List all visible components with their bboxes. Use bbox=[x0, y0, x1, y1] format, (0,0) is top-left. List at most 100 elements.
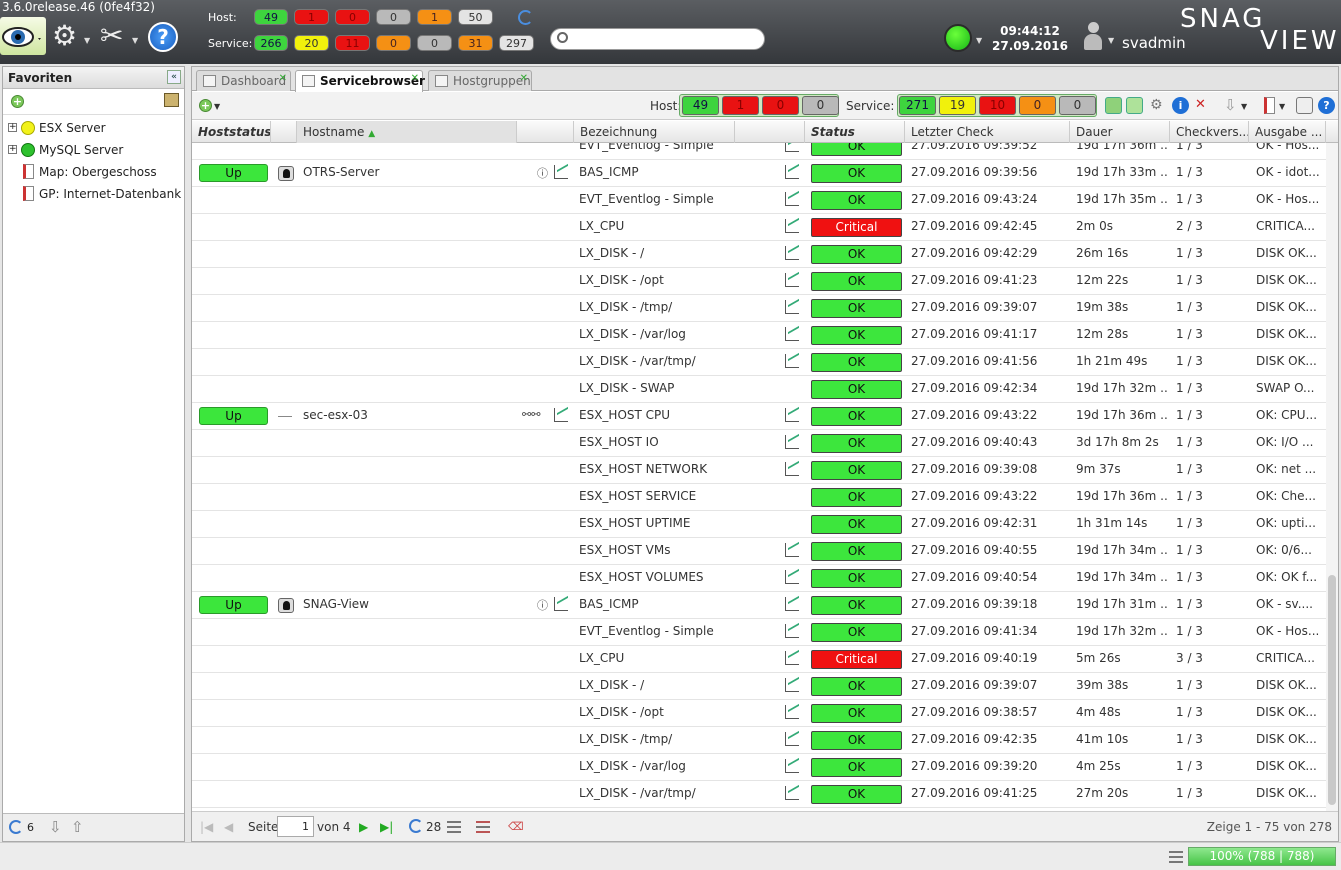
service-name-cell[interactable]: LX_DISK - /var/tmp/ bbox=[579, 349, 734, 376]
refresh-icon[interactable] bbox=[9, 820, 23, 834]
service-name-cell[interactable]: BAS_ICMP bbox=[579, 160, 734, 187]
service-name-cell[interactable]: ESX_HOST NETWORK bbox=[579, 457, 734, 484]
service-status-badge[interactable]: OK bbox=[811, 191, 902, 210]
service-status-badge[interactable]: Critical bbox=[811, 218, 902, 237]
user-icon[interactable] bbox=[1082, 22, 1104, 52]
queue-icon[interactable] bbox=[1169, 851, 1183, 863]
col-ausgabe[interactable]: Ausgabe ... bbox=[1249, 121, 1326, 143]
service-status-badge[interactable]: OK bbox=[811, 515, 902, 534]
host-status-badge[interactable]: Up bbox=[199, 164, 268, 182]
service-name-cell[interactable]: LX_DISK - SWAP bbox=[579, 376, 734, 403]
close-icon[interactable]: ✕ bbox=[279, 73, 287, 84]
host-status-badge[interactable]: Up bbox=[199, 596, 268, 614]
service-critical-badge[interactable]: 11 bbox=[335, 35, 370, 51]
chart-icon[interactable] bbox=[785, 246, 799, 260]
chart-icon[interactable] bbox=[554, 408, 568, 422]
col-dauer[interactable]: Dauer bbox=[1070, 121, 1170, 143]
service-name-cell[interactable]: EVT_Eventlog - Simple bbox=[579, 187, 734, 214]
table-row[interactable]: EVT_Eventlog - Simple OK 27.09.2016 09:39:… bbox=[192, 143, 1326, 160]
search-input[interactable] bbox=[575, 31, 760, 47]
prev-page-icon[interactable]: ◀ bbox=[224, 820, 233, 834]
chart-icon[interactable] bbox=[785, 435, 799, 449]
service-name-cell[interactable]: ESX_HOST CPU bbox=[579, 403, 734, 430]
first-page-icon[interactable]: |◀ bbox=[200, 820, 213, 834]
table-row[interactable]: LX_DISK - /var/log OK 27.09.2016 09:41:17 1… bbox=[192, 322, 1326, 349]
service-name-cell[interactable]: LX_DISK - /var/log bbox=[579, 754, 734, 781]
service-name-cell[interactable]: ESX_HOST UPTIME bbox=[579, 511, 734, 538]
archive-icon[interactable] bbox=[164, 93, 179, 107]
table-row[interactable]: ESX_HOST VMs OK 27.09.2016 09:40:55 19d 17h… bbox=[192, 538, 1326, 565]
service-name-cell[interactable]: LX_DISK - /var/log bbox=[579, 322, 734, 349]
arrow-down-icon[interactable]: ⇩ bbox=[49, 818, 62, 836]
chart-icon[interactable] bbox=[785, 678, 799, 692]
table-row[interactable]: LX_DISK - / OK 27.09.2016 09:42:29 26m 16s 1… bbox=[192, 241, 1326, 268]
service-status-badge[interactable]: OK bbox=[811, 245, 902, 264]
service-status-badge[interactable]: OK bbox=[811, 542, 902, 561]
chart-icon[interactable] bbox=[785, 570, 799, 584]
filter-host-pending[interactable]: 0 bbox=[802, 96, 839, 115]
add-icon[interactable]: + bbox=[199, 99, 212, 112]
table-row[interactable]: LX_CPU Critical 27.09.2016 09:40:19 5m 26s 3… bbox=[192, 646, 1326, 673]
arrow-up-icon[interactable]: ⇧ bbox=[71, 818, 84, 836]
favorite-item-map-obergeschoss[interactable]: Map: Obergeschoss bbox=[3, 161, 184, 183]
info-icon[interactable]: ⓘ bbox=[537, 597, 548, 613]
service-name-cell[interactable]: LX_DISK - / bbox=[579, 241, 734, 268]
host-status-badge[interactable]: Up bbox=[199, 407, 268, 425]
filter-service-warning[interactable]: 19 bbox=[939, 96, 976, 115]
service-status-badge[interactable]: OK bbox=[811, 623, 902, 642]
close-icon[interactable]: ✕ bbox=[411, 73, 419, 84]
service-status-badge[interactable]: OK bbox=[811, 569, 902, 588]
table-row[interactable]: EVT_Eventlog - Simple OK 27.09.2016 09:41:… bbox=[192, 619, 1326, 646]
scrollbar-thumb[interactable] bbox=[1328, 575, 1336, 805]
col-checkversuch[interactable]: Checkvers... bbox=[1170, 121, 1249, 143]
col-bezeichnung[interactable]: Bezeichnung bbox=[574, 121, 735, 143]
hostname-cell[interactable]: SNAG-View bbox=[303, 592, 513, 619]
service-name-cell[interactable]: LX_CPU bbox=[579, 214, 734, 241]
grid-scrollbar[interactable] bbox=[1326, 143, 1338, 811]
hostname-cell[interactable]: OTRS-Server bbox=[303, 160, 513, 187]
close-icon[interactable]: ✕ bbox=[520, 73, 528, 84]
monitoring-eye-button[interactable] bbox=[0, 17, 46, 55]
host-total-badge[interactable]: 50 bbox=[458, 9, 493, 25]
service-status-badge[interactable]: OK bbox=[811, 326, 902, 345]
service-name-cell[interactable]: EVT_Eventlog - Simple bbox=[579, 143, 734, 160]
chart-icon[interactable] bbox=[785, 651, 799, 665]
col-status[interactable]: Status bbox=[805, 121, 905, 143]
service-status-badge[interactable]: OK bbox=[811, 677, 902, 696]
print-icon[interactable] bbox=[1296, 97, 1313, 114]
service-unhandled-badge[interactable]: 31 bbox=[458, 35, 493, 51]
service-name-cell[interactable]: EVT_Eventlog - Simple bbox=[579, 619, 734, 646]
search-box[interactable] bbox=[550, 28, 765, 50]
table-row[interactable]: LX_DISK - /var/log OK 27.09.2016 09:39:20 4… bbox=[192, 754, 1326, 781]
table-row[interactable]: LX_DISK - /tmp/OK 27.09.2016 09:42:35 41m … bbox=[192, 727, 1326, 754]
service-name-cell[interactable]: ESX_HOST SERVICE bbox=[579, 484, 734, 511]
chart-icon[interactable] bbox=[785, 273, 799, 287]
table-row[interactable]: Up ⓘ OTRS-Server BAS_ICMP OK 27.09.2016 09:39… bbox=[192, 160, 1326, 187]
table-row[interactable]: LX_DISK - /opt OK 27.09.2016 09:38:57 4m 48… bbox=[192, 700, 1326, 727]
service-pending-badge[interactable]: 0 bbox=[417, 35, 452, 51]
help-icon[interactable]: ? bbox=[1318, 97, 1335, 114]
host-pending-badge[interactable]: 0 bbox=[376, 9, 411, 25]
service-name-cell[interactable]: LX_DISK - /tmp/ bbox=[579, 727, 734, 754]
reset-filter-icon[interactable]: ⌫ bbox=[508, 820, 524, 833]
expand-icon[interactable]: + bbox=[8, 145, 17, 154]
favorite-item-esx-server[interactable]: + ESX Server bbox=[3, 117, 184, 139]
acknowledge-icon[interactable] bbox=[1105, 97, 1122, 114]
chart-icon[interactable] bbox=[554, 165, 568, 179]
add-favorite-icon[interactable]: + bbox=[11, 95, 24, 108]
chart-icon[interactable] bbox=[554, 597, 568, 611]
system-status-icon[interactable] bbox=[944, 24, 972, 52]
service-warning-badge[interactable]: 20 bbox=[294, 35, 329, 51]
service-status-badge[interactable]: OK bbox=[811, 434, 902, 453]
username[interactable]: svadmin bbox=[1122, 34, 1186, 52]
service-name-cell[interactable]: LX_DISK - /tmp/ bbox=[579, 295, 734, 322]
favorite-item-mysql-server[interactable]: + MySQL Server bbox=[3, 139, 184, 161]
tab-dashboard[interactable]: Dashboard ✕ bbox=[196, 70, 291, 91]
next-page-icon[interactable]: ▶ bbox=[359, 820, 368, 834]
chart-icon[interactable] bbox=[785, 705, 799, 719]
service-total-badge[interactable]: 297 bbox=[499, 35, 534, 51]
hostname-cell[interactable]: sec-esx-03 bbox=[303, 403, 513, 430]
service-ok-badge[interactable]: 266 bbox=[254, 35, 288, 51]
table-row[interactable]: LX_DISK - SWAP OK 27.09.2016 09:42:34 19d 1… bbox=[192, 376, 1326, 403]
table-row[interactable]: Up ⓘ SNAG-View BAS_ICMP OK 27.09.2016 09:39:1… bbox=[192, 592, 1326, 619]
